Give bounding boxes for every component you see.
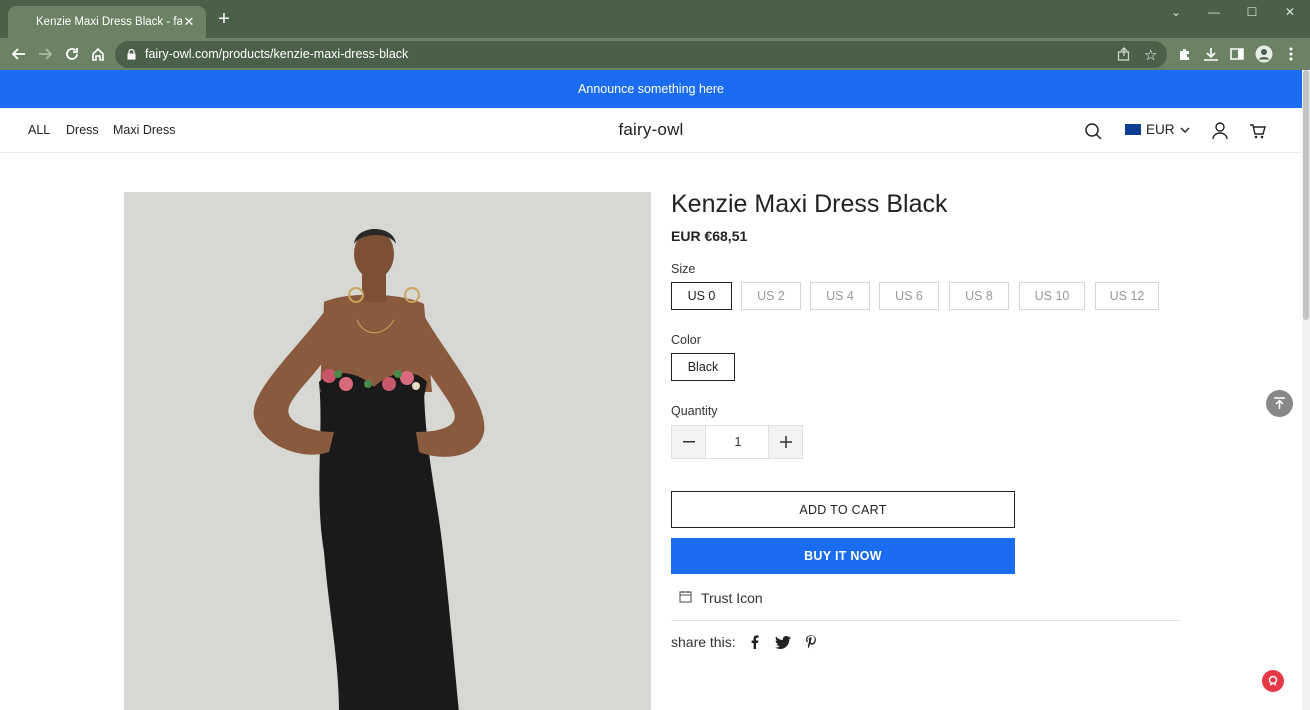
address-bar[interactable]: fairy-owl.com/products/kenzie-maxi-dress… bbox=[115, 41, 1167, 68]
product-image[interactable] bbox=[124, 192, 651, 710]
color-label: Color bbox=[671, 333, 701, 347]
trust-badge: Trust Icon bbox=[679, 590, 763, 606]
facebook-icon[interactable] bbox=[746, 633, 764, 651]
scrollbar-thumb[interactable] bbox=[1303, 70, 1309, 320]
window-close-icon[interactable]: ✕ bbox=[1280, 5, 1300, 21]
size-option-us10[interactable]: US 10 bbox=[1019, 282, 1085, 310]
cart-icon[interactable] bbox=[1246, 120, 1268, 142]
calendar-icon bbox=[679, 590, 692, 606]
page-scrollbar[interactable] bbox=[1302, 70, 1310, 710]
tab-search-icon[interactable]: ⌄ bbox=[1166, 5, 1186, 21]
tab-title: Kenzie Maxi Dress Black - fairy-o bbox=[36, 16, 182, 28]
quantity-input[interactable]: 1 bbox=[706, 426, 770, 458]
minimize-icon[interactable]: — bbox=[1204, 5, 1224, 21]
divider bbox=[671, 620, 1180, 621]
announcement-bar: Announce something here bbox=[0, 70, 1302, 108]
product-price: EUR €68,51 bbox=[671, 228, 748, 244]
quantity-label: Quantity bbox=[671, 404, 718, 418]
browser-menu-icon[interactable] bbox=[1280, 43, 1302, 65]
profile-icon[interactable] bbox=[1253, 43, 1275, 65]
size-label: Size bbox=[671, 262, 696, 276]
account-icon[interactable] bbox=[1209, 120, 1231, 142]
browser-tab[interactable]: Kenzie Maxi Dress Black - fairy-o ✕ bbox=[8, 6, 206, 38]
reload-icon[interactable] bbox=[61, 43, 83, 65]
pinterest-icon[interactable] bbox=[802, 633, 820, 651]
search-icon[interactable] bbox=[1082, 120, 1104, 142]
extensions-icon[interactable] bbox=[1174, 43, 1196, 65]
browser-titlebar: Kenzie Maxi Dress Black - fairy-o ✕ + ⌄ … bbox=[0, 0, 1310, 38]
size-option-us12[interactable]: US 12 bbox=[1095, 282, 1159, 310]
home-icon[interactable] bbox=[87, 43, 109, 65]
site-header: ALL Dress Maxi Dress fairy-owl EUR bbox=[0, 108, 1302, 153]
plus-icon[interactable] bbox=[768, 426, 802, 458]
lock-icon bbox=[127, 49, 136, 60]
side-panel-icon[interactable] bbox=[1226, 43, 1248, 65]
twitter-icon[interactable] bbox=[774, 633, 792, 651]
bookmark-star-icon[interactable]: ☆ bbox=[1144, 46, 1157, 64]
eu-flag-icon bbox=[1125, 124, 1141, 135]
trust-text: Trust Icon bbox=[701, 590, 763, 606]
size-option-us8[interactable]: US 8 bbox=[949, 282, 1009, 310]
add-to-cart-button[interactable]: ADD TO CART bbox=[671, 491, 1015, 528]
url-text: fairy-owl.com/products/kenzie-maxi-dress… bbox=[145, 47, 409, 61]
tab-close-icon[interactable]: ✕ bbox=[182, 14, 196, 30]
share-page-icon[interactable] bbox=[1117, 47, 1131, 66]
back-icon[interactable] bbox=[8, 43, 30, 65]
chat-widget-icon[interactable] bbox=[1262, 670, 1284, 692]
maximize-icon[interactable]: ☐ bbox=[1242, 5, 1262, 21]
back-to-top-icon[interactable] bbox=[1266, 390, 1293, 417]
currency-selector[interactable]: EUR bbox=[1125, 122, 1190, 137]
size-option-us2[interactable]: US 2 bbox=[741, 282, 801, 310]
chevron-down-icon bbox=[1180, 122, 1190, 137]
site-logo[interactable]: fairy-owl bbox=[0, 120, 1302, 140]
minus-icon[interactable] bbox=[672, 426, 706, 458]
product-title: Kenzie Maxi Dress Black bbox=[671, 190, 948, 218]
size-option-us0[interactable]: US 0 bbox=[671, 282, 732, 310]
forward-icon[interactable] bbox=[34, 43, 56, 65]
buy-it-now-button[interactable]: BUY IT NOW bbox=[671, 538, 1015, 574]
size-option-us4[interactable]: US 4 bbox=[810, 282, 870, 310]
share-label: share this: bbox=[671, 634, 736, 650]
browser-toolbar: fairy-owl.com/products/kenzie-maxi-dress… bbox=[0, 38, 1310, 70]
size-option-us6[interactable]: US 6 bbox=[879, 282, 939, 310]
quantity-stepper: 1 bbox=[671, 425, 803, 459]
currency-label: EUR bbox=[1146, 122, 1175, 137]
new-tab-icon[interactable]: + bbox=[214, 9, 234, 29]
page-content: Announce something here ALL Dress Maxi D… bbox=[0, 70, 1302, 710]
download-icon[interactable] bbox=[1200, 43, 1222, 65]
announcement-text: Announce something here bbox=[578, 82, 724, 96]
share-row: share this: bbox=[671, 633, 820, 651]
color-option-black[interactable]: Black bbox=[671, 353, 735, 381]
